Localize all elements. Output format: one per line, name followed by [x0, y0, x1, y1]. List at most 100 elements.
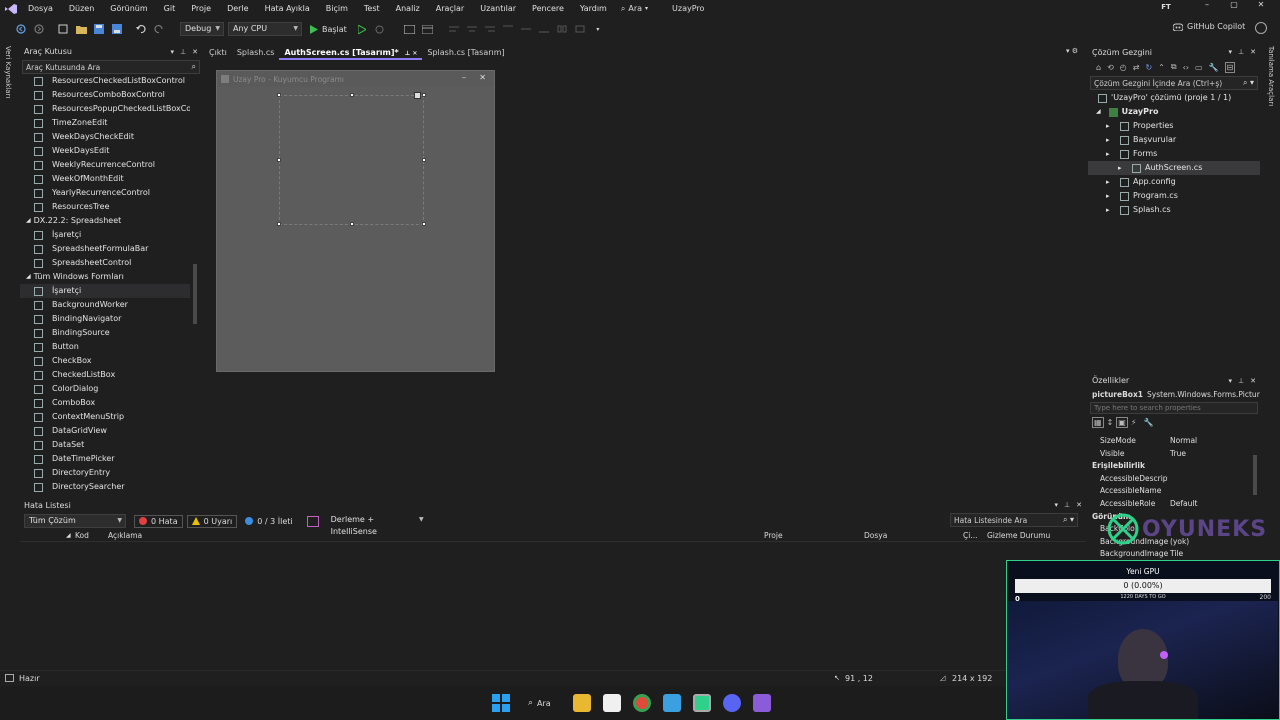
- pin-icon[interactable]: ⊥: [180, 48, 186, 56]
- filter-icon[interactable]: [306, 515, 319, 527]
- events-icon[interactable]: ⚡: [1131, 418, 1137, 427]
- error-search-input[interactable]: Hata Listesinde Ara: [954, 516, 1027, 525]
- scope-select[interactable]: Tüm Çözüm ▼: [24, 514, 126, 528]
- home-icon[interactable]: ⌂: [1096, 63, 1101, 72]
- github-copilot-button[interactable]: GitHub Copilot: [1173, 22, 1245, 31]
- resize-handle[interactable]: [422, 158, 426, 162]
- toolbox-item[interactable]: WeeklyRecurrenceControl: [20, 158, 190, 172]
- expand-arrow-icon[interactable]: ▸: [1106, 189, 1112, 203]
- toolbox-scrollbar[interactable]: [192, 74, 198, 492]
- toolbox-item[interactable]: DataGridView: [20, 424, 190, 438]
- solution-search-input[interactable]: Çözüm Gezgini İçinde Ara (Ctrl+ş): [1094, 79, 1222, 88]
- form-window[interactable]: Uzay Pro - Kuyumcu Programı – ✕: [216, 70, 495, 372]
- toolbox-item[interactable]: TimeZoneEdit: [20, 116, 190, 130]
- vs-logo-icon[interactable]: [0, 0, 22, 17]
- solution-tree-node[interactable]: ▸ Splash.cs: [1088, 203, 1260, 217]
- toolbox-item[interactable]: WeekDaysCheckEdit: [20, 130, 190, 144]
- build-filter-select[interactable]: Derleme + IntelliSense ▼: [327, 514, 427, 536]
- solution-explorer-search[interactable]: Çözüm Gezgini İçinde Ara (Ctrl+ş) ⌕ ▾: [1090, 76, 1258, 90]
- panel-menu-icon[interactable]: ▾: [1229, 377, 1233, 385]
- menu-item[interactable]: Analiz: [388, 0, 428, 17]
- column-code[interactable]: Kod: [75, 531, 89, 540]
- menu-item[interactable]: Düzen: [61, 0, 102, 17]
- properties-search[interactable]: Type here to search properties: [1090, 402, 1258, 414]
- store-icon[interactable]: [602, 694, 621, 712]
- close-window-button[interactable]: ✕: [1253, 0, 1269, 9]
- property-value[interactable]: [1168, 473, 1170, 486]
- solution-tree-node[interactable]: ▸ App.config: [1088, 175, 1260, 189]
- browse-icon[interactable]: [403, 22, 417, 36]
- menu-item[interactable]: Dosya: [22, 0, 61, 17]
- scrollbar-thumb[interactable]: [1253, 455, 1257, 495]
- column-file[interactable]: Dosya: [864, 531, 887, 540]
- chrome-icon[interactable]: [632, 694, 651, 712]
- property-value[interactable]: True: [1168, 448, 1186, 461]
- alphabetical-icon[interactable]: ↕: [1107, 418, 1114, 427]
- open-folder-icon[interactable]: [74, 22, 88, 36]
- categorized-icon[interactable]: ▦: [1092, 416, 1104, 428]
- panel-menu-icon[interactable]: ▾: [1229, 48, 1233, 56]
- solution-tree-node[interactable]: ▸ Program.cs: [1088, 189, 1260, 203]
- close-icon[interactable]: ✕: [1250, 377, 1256, 385]
- toolbox-item[interactable]: ComboBox: [20, 396, 190, 410]
- toolbox-item[interactable]: BackgroundWorker: [20, 298, 190, 312]
- solution-tree-node[interactable]: ▸ Properties: [1088, 119, 1260, 133]
- toolbox-item[interactable]: SpreadsheetFormulaBar: [20, 242, 190, 256]
- toolbox-item[interactable]: Button: [20, 340, 190, 354]
- start-without-debug-icon[interactable]: [355, 22, 369, 36]
- property-value[interactable]: [1168, 485, 1170, 498]
- expand-arrow-icon[interactable]: ▸: [1118, 161, 1124, 175]
- solution-tree-node[interactable]: ▸ AuthScreen.cs: [1088, 161, 1260, 175]
- tab-overflow-icon[interactable]: ▾ ⚙: [1066, 47, 1078, 55]
- toolbox-item[interactable]: YearlyRecurrenceControl: [20, 186, 190, 200]
- close-icon[interactable]: ✕: [1250, 48, 1256, 56]
- layout-icon[interactable]: [421, 22, 435, 36]
- toolbox-search[interactable]: Araç Kutusunda Ara ⌕: [22, 60, 200, 74]
- editor-tab[interactable]: Splash.cs: [232, 46, 280, 60]
- toolbox-item[interactable]: ResourcesComboBoxControl: [20, 88, 190, 102]
- toolbox-section[interactable]: ◢ Tüm Windows Formları: [20, 270, 190, 284]
- toolbox-search-input[interactable]: Araç Kutusunda Ara: [26, 63, 100, 72]
- column-suppression[interactable]: Gizleme Durumu: [987, 531, 1050, 540]
- menu-item[interactable]: Araçlar: [428, 0, 472, 17]
- form-close-button[interactable]: ✕: [479, 73, 486, 82]
- show-all-icon[interactable]: ⧉: [1171, 62, 1177, 72]
- solution-node[interactable]: 'UzayPro' çözümü (proje 1 / 1): [1088, 91, 1260, 105]
- menu-item[interactable]: Test: [356, 0, 388, 17]
- pin-icon[interactable]: ⊥: [1238, 377, 1244, 385]
- property-pages-icon[interactable]: 🔧: [1143, 418, 1153, 427]
- taskbar-search-button[interactable]: ⌕ Ara: [522, 694, 557, 712]
- toolbox-item[interactable]: İşaretçi: [20, 228, 190, 242]
- column-line[interactable]: Çi...: [963, 531, 977, 540]
- back-icon[interactable]: [14, 22, 28, 36]
- toolbox-item[interactable]: CheckedListBox: [20, 368, 190, 382]
- toolbox-item[interactable]: DirectorySearcher: [20, 480, 190, 492]
- scrollbar-thumb[interactable]: [193, 264, 197, 324]
- pin-icon[interactable]: ⊥: [1238, 48, 1244, 56]
- history-icon[interactable]: ◴: [1120, 63, 1127, 72]
- expand-arrow-icon[interactable]: ▸: [1106, 133, 1112, 147]
- property-row[interactable]: Visible True: [1088, 448, 1252, 461]
- user-avatar[interactable]: FT: [1160, 3, 1172, 14]
- minimize-button[interactable]: –: [1199, 0, 1215, 9]
- expand-arrow-icon[interactable]: ▸: [1106, 175, 1112, 189]
- platform-select[interactable]: Any CPU ▼: [228, 22, 302, 36]
- app-icon[interactable]: [692, 694, 711, 712]
- resize-handle[interactable]: [422, 93, 426, 97]
- errors-filter-button[interactable]: 0 Hata: [134, 514, 183, 528]
- visual-studio-icon[interactable]: [752, 694, 771, 712]
- switch-views-icon[interactable]: ⇄: [1133, 63, 1140, 72]
- panel-menu-icon[interactable]: ▾: [1055, 501, 1059, 509]
- save-all-icon[interactable]: [110, 22, 124, 36]
- editor-tab[interactable]: Çıktı: [204, 46, 232, 60]
- toolbox-section[interactable]: ◢ DX.22.2: Spreadsheet: [20, 214, 190, 228]
- menu-item[interactable]: Uzantılar: [472, 0, 524, 17]
- menu-item[interactable]: Hata Ayıkla: [257, 0, 318, 17]
- solution-tree-node[interactable]: ▸ Başvurular: [1088, 133, 1260, 147]
- toolbox-item[interactable]: WeekOfMonthEdit: [20, 172, 190, 186]
- menu-search[interactable]: ⌕ Ara ▾: [621, 4, 648, 14]
- toolbox-item[interactable]: ResourcesTree: [20, 200, 190, 214]
- toolbox-item[interactable]: DateTimePicker: [20, 452, 190, 466]
- error-list-search[interactable]: Hata Listesinde Ara ⌕ ▾: [950, 513, 1078, 527]
- menu-item[interactable]: Görünüm: [102, 0, 155, 17]
